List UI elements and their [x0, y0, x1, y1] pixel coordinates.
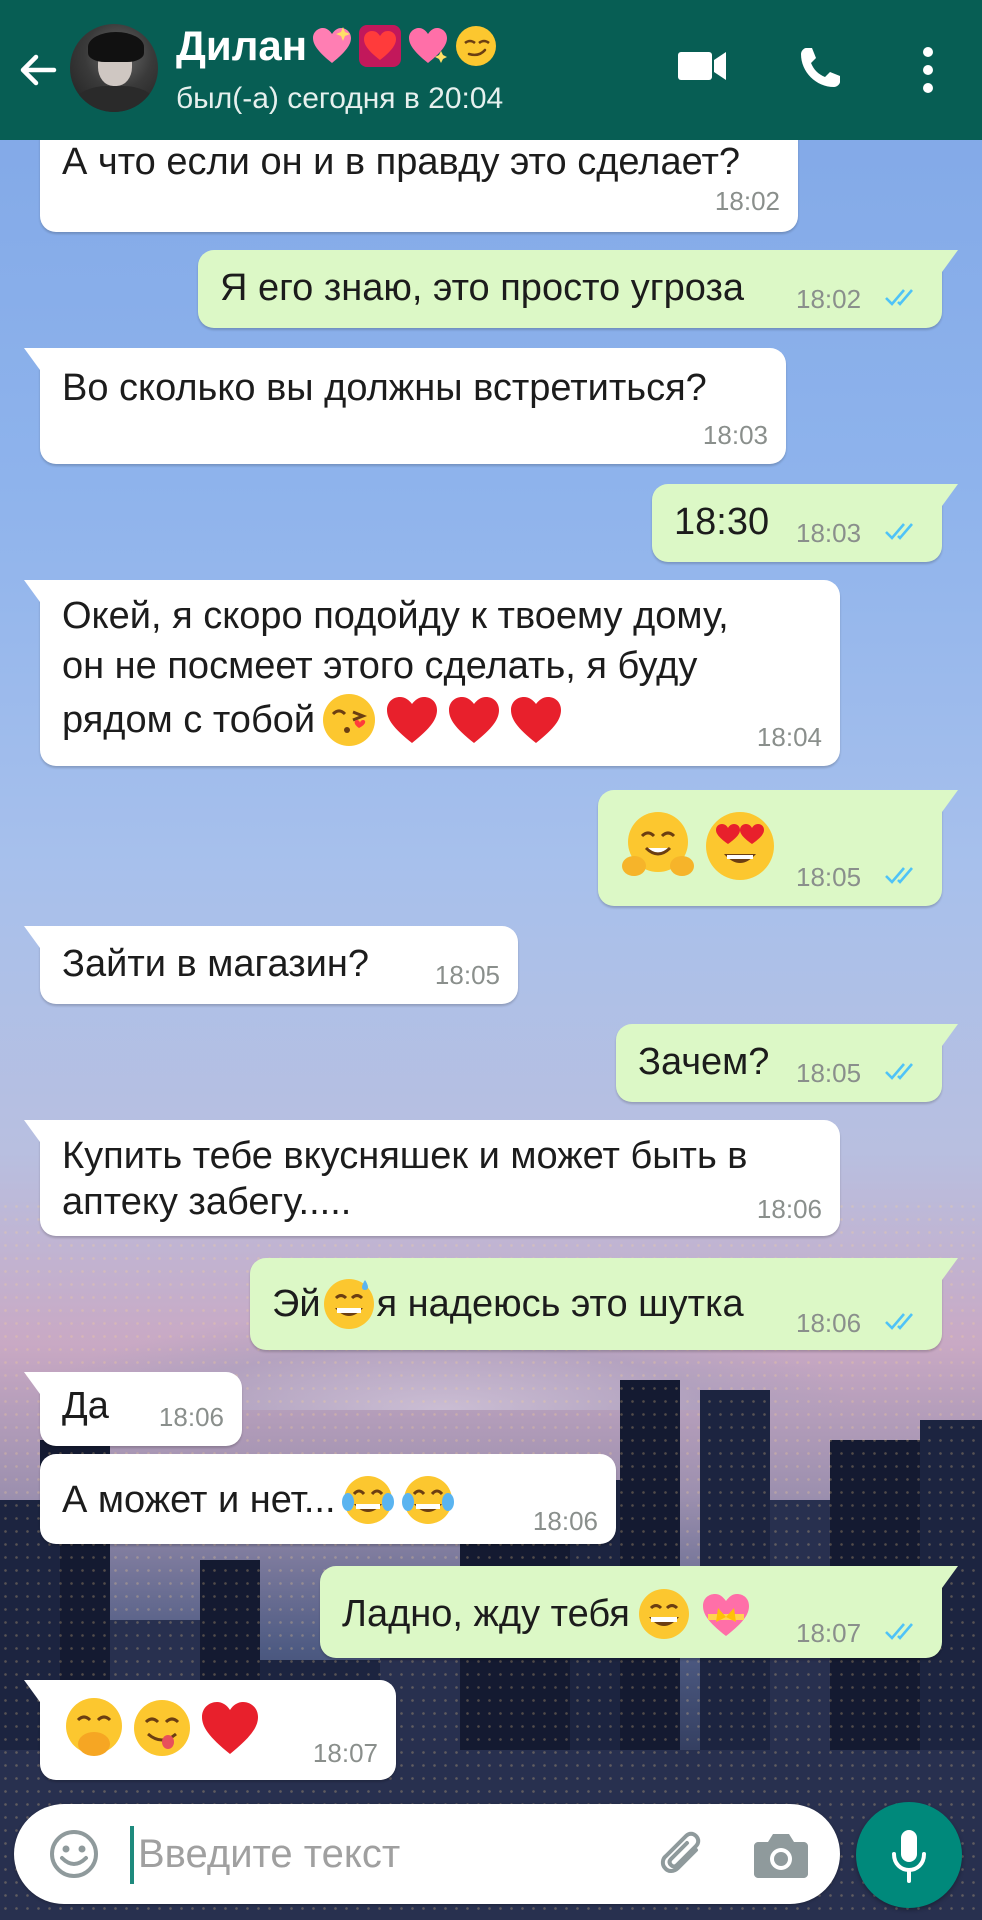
red-heart-emoji [449, 697, 500, 743]
message-text: Эй [272, 1283, 321, 1325]
message-text: Зайти в магазин? [62, 943, 370, 985]
message-text-line: Окей, я скоро подойду к твоему дому, [62, 595, 729, 637]
camera-icon[interactable] [752, 1830, 810, 1880]
last-seen-status: был(-а) сегодня в 20:04 [176, 82, 504, 115]
message-bubble-outgoing[interactable]: Эй я надеюсь это шутка 18:06 [250, 1258, 958, 1350]
emoji-smiley-icon[interactable] [48, 1828, 100, 1880]
message-text-line: Купить тебе вкусняшек и может быть в [62, 1135, 748, 1177]
message-bubble-outgoing[interactable]: Ладно, жду тебя 18:07 [320, 1566, 958, 1658]
message-text: Зачем? [638, 1041, 770, 1083]
chat-header: Дилан был(-а) сегодня в 20:04 [0, 0, 982, 140]
avatar[interactable] [70, 24, 158, 112]
contact-name[interactable]: Дилан [176, 22, 499, 70]
hand-over-mouth-emoji [66, 1698, 122, 1756]
message-bubble-outgoing[interactable]: Зачем? 18:05 [616, 1024, 958, 1102]
message-bubble-incoming[interactable]: Зайти в магазин? 18:05 [24, 926, 518, 1004]
attach-clip-icon[interactable] [656, 1828, 712, 1884]
read-receipt-icon [885, 1623, 913, 1640]
more-options-icon[interactable] [908, 44, 948, 96]
message-bubble-incoming[interactable]: Купить тебе вкусняшек и может быть в апт… [24, 1120, 840, 1236]
voice-call-icon[interactable] [796, 44, 844, 92]
message-time: 18:07 [312, 1738, 378, 1768]
red-heart-emoji [511, 697, 562, 743]
message-time: 18:06 [756, 1194, 822, 1224]
message-text-line: А может и нет... [62, 1472, 456, 1528]
back-arrow-icon[interactable] [14, 46, 62, 94]
message-time: 18:05 [434, 960, 500, 990]
message-bubble-incoming[interactable]: Во сколько вы должны встретиться? 18:03 [24, 348, 786, 464]
read-receipt-icon [885, 289, 913, 306]
message-bubble-incoming[interactable]: Окей, я скоро подойду к твоему дому, он … [24, 580, 840, 766]
message-time: 18:03 [796, 518, 862, 548]
message-bubble-incoming[interactable]: 18:07 [24, 1680, 396, 1780]
message-bubble-incoming[interactable]: Да 18:06 [24, 1372, 242, 1446]
message-text-line: Ладно, жду тебя [342, 1586, 754, 1642]
message-time: 18:07 [796, 1618, 862, 1648]
contact-name-text: Дилан [176, 22, 308, 69]
savoring-food-emoji [134, 1700, 190, 1756]
message-text: А что если он и в правду это сделает? [62, 141, 740, 183]
text-cursor [130, 1826, 134, 1884]
message-time: 18:06 [532, 1506, 598, 1536]
message-text-line: рядом с тобой [62, 690, 565, 750]
message-time: 18:03 [702, 420, 768, 450]
message-text: рядом с тобой [62, 699, 316, 741]
emoji-row [62, 1696, 262, 1760]
message-bubble-outgoing[interactable]: Я его знаю, это просто угроза 18:02 [198, 250, 958, 328]
message-text: А может и нет... [62, 1479, 336, 1521]
heart-decoration-emoji [359, 25, 402, 67]
message-text: Да [62, 1385, 109, 1427]
heart-eyes-emoji [706, 812, 774, 880]
message-bubble-outgoing[interactable]: 18:05 [598, 790, 958, 906]
message-text: 18:30 [674, 501, 770, 543]
tears-of-joy-emoji [341, 1476, 394, 1524]
smirking-face-emoji [456, 26, 497, 66]
read-receipt-icon [885, 1313, 913, 1330]
message-time: 18:04 [756, 722, 822, 752]
heart-with-ribbon-emoji [702, 1594, 749, 1636]
grinning-face-emoji [638, 1589, 689, 1639]
message-text-line: он не посмеет этого сделать, я буду [62, 645, 698, 687]
message-text: Во сколько вы должны встретиться? [62, 367, 707, 409]
microphone-icon [892, 1830, 926, 1883]
video-call-icon[interactable] [676, 44, 728, 88]
message-time: 18:05 [796, 1058, 862, 1088]
read-receipt-icon [885, 1063, 913, 1080]
message-time: 18:02 [796, 284, 862, 314]
microphone-button[interactable] [856, 1802, 962, 1908]
message-input-bar [14, 1804, 840, 1904]
message-time: 18:06 [158, 1402, 224, 1432]
grinning-sweat-emoji [323, 1279, 374, 1329]
red-heart-emoji [387, 697, 438, 743]
hugging-face-emoji [622, 812, 694, 876]
read-receipt-icon [885, 523, 913, 540]
heart-with-ribbon-sparkles-emoji [409, 28, 448, 63]
read-receipt-icon [885, 867, 913, 884]
message-text: Ладно, жду тебя [342, 1593, 630, 1635]
message-time: 18:05 [796, 862, 862, 892]
face-blowing-kiss-emoji [323, 694, 376, 746]
message-text-input[interactable] [138, 1828, 618, 1880]
tears-of-joy-emoji [401, 1476, 454, 1524]
message-time: 18:06 [796, 1308, 862, 1338]
message-text: я надеюсь это шутка [376, 1283, 744, 1325]
sparkling-heart-emoji [313, 27, 352, 63]
message-bubble-incoming[interactable]: А может и нет... 18:06 [40, 1454, 616, 1544]
message-text-line: аптеку забегу..... [62, 1181, 352, 1223]
message-time: 18:02 [714, 186, 780, 216]
emoji-row [620, 808, 778, 884]
red-heart-emoji [202, 1702, 258, 1754]
message-bubble-outgoing[interactable]: 18:30 18:03 [652, 484, 958, 562]
message-text: Я его знаю, это просто угроза [220, 267, 745, 309]
message-text-line: Эй я надеюсь это шутка [272, 1276, 744, 1332]
